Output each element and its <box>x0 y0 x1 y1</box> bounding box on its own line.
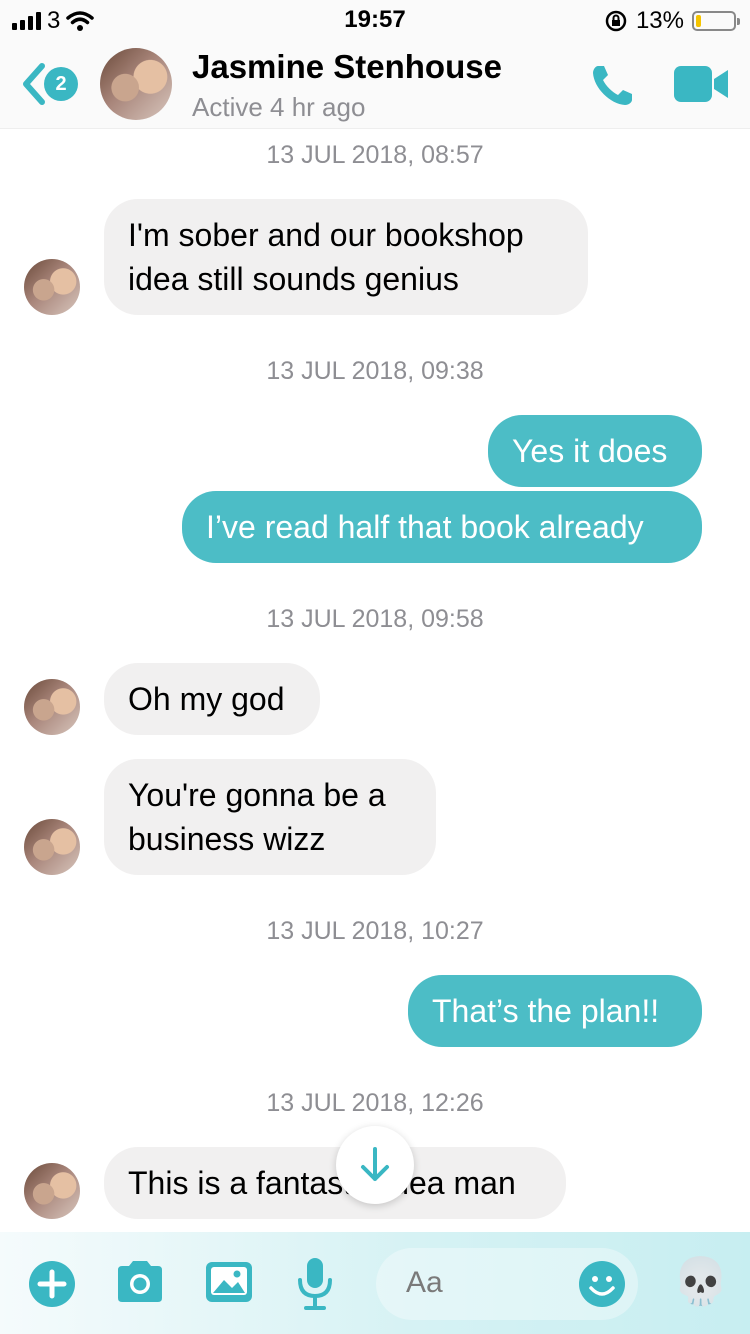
battery-percent: 13% <box>635 7 684 34</box>
message-line: business wizz <box>128 821 326 857</box>
timestamp: 13 JUL 2018, 10:27 <box>266 917 484 945</box>
orientation-lock-icon <box>605 10 627 32</box>
composer-bar: Aa 💀 <box>0 1232 750 1334</box>
outgoing-message[interactable]: That’s the plan!! <box>408 975 702 1047</box>
scroll-to-bottom-button[interactable] <box>336 1126 414 1204</box>
outgoing-message[interactable]: I’ve read half that book already <box>182 491 702 563</box>
sender-avatar[interactable] <box>24 679 80 735</box>
arrow-down-icon <box>361 1147 389 1181</box>
contact-avatar[interactable] <box>100 48 172 120</box>
timestamp: 13 JUL 2018, 08:57 <box>266 141 484 169</box>
plus-icon[interactable] <box>28 1260 76 1308</box>
incoming-message[interactable]: I'm sober and our bookshop idea still so… <box>104 199 588 315</box>
phone-icon[interactable] <box>588 60 638 110</box>
microphone-icon[interactable] <box>296 1256 334 1312</box>
message-input[interactable]: Aa <box>376 1248 638 1320</box>
status-bar: 3 19:57 13% <box>0 0 750 40</box>
image-icon[interactable] <box>204 1260 254 1304</box>
video-camera-icon[interactable] <box>672 64 730 104</box>
battery-icon <box>692 11 740 31</box>
message-line: Oh my god <box>128 681 285 717</box>
timestamp: 13 JUL 2018, 09:58 <box>266 605 484 633</box>
message-line: idea still sounds genius <box>128 261 459 297</box>
sender-avatar[interactable] <box>24 1163 80 1219</box>
message-line: This is a fantastic idea man <box>128 1165 516 1201</box>
outgoing-message[interactable]: Yes it does <box>488 415 702 487</box>
message-line: That’s the plan!! <box>432 993 660 1029</box>
smiley-icon[interactable] <box>578 1260 626 1308</box>
active-status: Active 4 hr ago <box>192 92 366 122</box>
timestamp: 13 JUL 2018, 12:26 <box>266 1089 484 1117</box>
chat-header: 2 Jasmine Stenhouse Active 4 hr ago <box>0 40 750 129</box>
timestamp: 13 JUL 2018, 09:38 <box>266 357 484 385</box>
battery-group: 13% <box>604 6 740 36</box>
camera-icon[interactable] <box>114 1258 166 1306</box>
unread-badge: 2 <box>44 67 78 101</box>
message-input-placeholder: Aa <box>406 1266 443 1299</box>
incoming-message[interactable]: This is a fantastic idea man <box>104 1147 566 1219</box>
message-line: I’ve read half that book already <box>206 509 644 545</box>
skull-emoji[interactable]: 💀 <box>672 1254 729 1309</box>
incoming-message[interactable]: You're gonna be a business wizz <box>104 759 436 875</box>
incoming-message[interactable]: Oh my god <box>104 663 320 735</box>
back-button[interactable]: 2 <box>14 56 78 112</box>
sender-avatar[interactable] <box>24 259 80 315</box>
message-line: Yes it does <box>512 433 668 469</box>
sender-avatar[interactable] <box>24 819 80 875</box>
contact-name[interactable]: Jasmine Stenhouse <box>192 48 502 86</box>
message-line: You're gonna be a <box>128 777 386 813</box>
message-line: I'm sober and our bookshop <box>128 217 524 253</box>
